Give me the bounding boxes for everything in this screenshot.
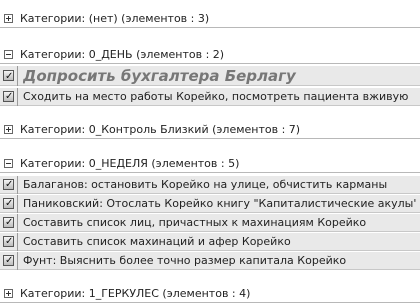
- divider: [17, 195, 18, 213]
- group-header-day[interactable]: Категории: 0_ДЕНЬ (элементов : 2): [0, 46, 420, 64]
- task-row[interactable]: Балаганов: остановить Корейко на улице, …: [0, 176, 420, 194]
- divider: [17, 252, 18, 270]
- task-row[interactable]: Сходить на место работы Корейко, посмотр…: [0, 88, 420, 106]
- task-complete-icon[interactable]: [3, 88, 14, 106]
- group-label: Категории: 1_ГЕРКУЛЕС (элементов : 4): [20, 287, 251, 300]
- task-title: Паниковский: Отослать Корейко книгу "Кап…: [23, 197, 416, 210]
- divider: [17, 88, 18, 106]
- task-row[interactable]: Составить список лиц, причастных к махин…: [0, 214, 420, 232]
- collapse-icon[interactable]: [4, 50, 13, 59]
- expand-icon[interactable]: [4, 14, 13, 23]
- task-complete-icon[interactable]: [3, 252, 14, 270]
- divider: [17, 176, 18, 194]
- task-title: Составить список махинаций и афер Корейк…: [23, 235, 291, 248]
- group-header-hercules[interactable]: Категории: 1_ГЕРКУЛЕС (элементов : 4): [0, 285, 420, 303]
- task-complete-icon[interactable]: [3, 195, 14, 213]
- group-label: Категории: (нет) (элементов : 3): [20, 12, 210, 25]
- task-complete-icon[interactable]: [3, 67, 14, 87]
- divider: [17, 214, 18, 232]
- group-header-control[interactable]: Категории: 0_Контроль Близкий (элементов…: [0, 121, 420, 139]
- task-complete-icon[interactable]: [3, 176, 14, 194]
- task-row[interactable]: Паниковский: Отослать Корейко книгу "Кап…: [0, 195, 420, 213]
- divider: [17, 233, 18, 251]
- divider: [17, 66, 18, 86]
- expand-icon[interactable]: [4, 289, 13, 298]
- task-title: Фунт: Выяснить более точно размер капита…: [23, 254, 347, 267]
- task-title: Составить список лиц, причастных к махин…: [23, 216, 367, 229]
- task-row[interactable]: Допросить бухгалтера Берлагу: [0, 66, 420, 87]
- task-title: Допросить бухгалтера Берлагу: [23, 67, 296, 85]
- task-complete-icon[interactable]: [3, 214, 14, 232]
- task-title: Сходить на место работы Корейко, посмотр…: [23, 90, 409, 103]
- collapse-icon[interactable]: [4, 159, 13, 168]
- task-row[interactable]: Составить список махинаций и афер Корейк…: [0, 233, 420, 251]
- task-list: Категории: (нет) (элементов : 3) Категор…: [0, 0, 420, 303]
- task-title: Балаганов: остановить Корейко на улице, …: [23, 178, 388, 191]
- group-label: Категории: 0_НЕДЕЛЯ (элементов : 5): [20, 157, 240, 170]
- group-header-none[interactable]: Категории: (нет) (элементов : 3): [0, 10, 420, 28]
- expand-icon[interactable]: [4, 125, 13, 134]
- task-row[interactable]: Фунт: Выяснить более точно размер капита…: [0, 252, 420, 270]
- group-label: Категории: 0_ДЕНЬ (элементов : 2): [20, 48, 225, 61]
- task-complete-icon[interactable]: [3, 233, 14, 251]
- group-label: Категории: 0_Контроль Близкий (элементов…: [20, 123, 301, 136]
- group-header-week[interactable]: Категории: 0_НЕДЕЛЯ (элементов : 5): [0, 155, 420, 173]
